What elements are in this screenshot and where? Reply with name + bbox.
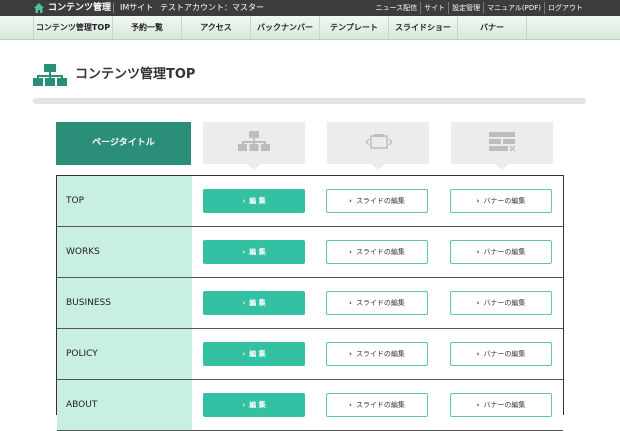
title-divider xyxy=(33,98,586,104)
link-settings[interactable]: 設定管理 xyxy=(448,2,483,14)
chevron-right-icon: › xyxy=(476,299,480,307)
top-links: ニュース配信 サイト 設定管理 マニュアル(PDF) ログアウト xyxy=(372,2,586,14)
edit-slides-button[interactable]: › スライドの編集 xyxy=(326,189,428,213)
edit-slides-button[interactable]: › スライドの編集 xyxy=(326,240,428,264)
nav-item-contents-top[interactable]: コンテンツ管理TOP xyxy=(33,16,113,39)
column-header-slides xyxy=(327,122,429,170)
chevron-right-icon: › xyxy=(242,401,246,409)
table-row: BUSINESS › 編 集 › スライドの編集 › バナーの編集 xyxy=(57,278,563,329)
chevron-right-icon: › xyxy=(476,401,480,409)
edit-banners-button[interactable]: › バナーの編集 xyxy=(450,189,552,213)
divider xyxy=(113,3,114,13)
contents-table: TOP › 編 集 › スライドの編集 › バナーの編集 WORKS › 編 集 › スラ… xyxy=(56,175,564,431)
header-arrow xyxy=(371,164,385,170)
edit-banners-button[interactable]: › バナーの編集 xyxy=(450,240,552,264)
nav-item-banner[interactable]: バナー xyxy=(458,16,527,39)
app-brand[interactable]: コンテンツ管理 xyxy=(48,2,111,14)
row-label: WORKS xyxy=(57,227,192,277)
table-row: WORKS › 編 集 › スライドの編集 › バナーの編集 xyxy=(57,227,563,278)
edit-button[interactable]: › 編 集 xyxy=(203,393,305,417)
chevron-right-icon: › xyxy=(349,401,352,409)
edit-button[interactable]: › 編 集 xyxy=(203,240,305,264)
site-name: IMサイト xyxy=(120,3,154,12)
page-title: コンテンツ管理TOP xyxy=(75,67,196,82)
nav-item-template[interactable]: テンプレート xyxy=(320,16,389,39)
edit-slides-button[interactable]: › スライドの編集 xyxy=(326,291,428,315)
link-manual[interactable]: マニュアル(PDF) xyxy=(483,2,544,14)
table-row: TOP › 編 集 › スライドの編集 › バナーの編集 xyxy=(57,176,563,227)
chevron-right-icon: › xyxy=(476,350,480,358)
nav-item-access[interactable]: アクセス xyxy=(182,16,251,39)
row-label: BUSINESS xyxy=(57,278,192,328)
chevron-right-icon: › xyxy=(349,299,352,307)
column-header-banners xyxy=(451,122,553,170)
chevron-right-icon: › xyxy=(242,350,246,358)
table-row: POLICY › 編 集 › スライドの編集 › バナーの編集 xyxy=(57,329,563,380)
edit-slides-button[interactable]: › スライドの編集 xyxy=(326,393,428,417)
link-logout[interactable]: ログアウト xyxy=(544,2,586,14)
chevron-right-icon: › xyxy=(242,248,246,256)
banner-grid-icon xyxy=(489,132,516,152)
chevron-right-icon: › xyxy=(242,299,246,307)
edit-button[interactable]: › 編 集 xyxy=(203,342,305,366)
edit-slides-button[interactable]: › スライドの編集 xyxy=(326,342,428,366)
chevron-right-icon: › xyxy=(349,350,352,358)
home-icon[interactable] xyxy=(34,3,44,13)
chevron-right-icon: › xyxy=(242,197,246,205)
column-header-edit xyxy=(203,122,305,170)
edit-banners-button[interactable]: › バナーの編集 xyxy=(450,342,552,366)
header-arrow xyxy=(495,164,509,170)
edit-button[interactable]: › 編 集 xyxy=(203,291,305,315)
column-header-page-title: ページタイトル xyxy=(56,122,191,165)
main-nav: コンテンツ管理TOP 予約一覧 アクセス バックナンバー テンプレート スライド… xyxy=(0,16,620,40)
row-label: POLICY xyxy=(57,329,192,379)
chevron-right-icon: › xyxy=(476,248,480,256)
link-site[interactable]: サイト xyxy=(420,2,448,14)
edit-banners-button[interactable]: › バナーの編集 xyxy=(450,393,552,417)
chevron-right-icon: › xyxy=(349,197,352,205)
nav-item-backnumber[interactable]: バックナンバー xyxy=(251,16,320,39)
header-arrow xyxy=(247,164,261,170)
chevron-right-icon: › xyxy=(476,197,480,205)
link-news[interactable]: ニュース配信 xyxy=(372,2,420,14)
nav-item-slideshow[interactable]: スライドショー xyxy=(389,16,458,39)
row-label: ABOUT xyxy=(57,380,192,430)
row-label: TOP xyxy=(57,176,192,226)
account-name: テストアカウント：マスター xyxy=(160,3,264,12)
edit-banners-button[interactable]: › バナーの編集 xyxy=(450,291,552,315)
chevron-right-icon: › xyxy=(349,248,352,256)
top-bar: コンテンツ管理 IMサイト テストアカウント：マスター ニュース配信 サイト 設… xyxy=(0,0,620,16)
edit-button[interactable]: › 編 集 xyxy=(203,189,305,213)
table-row: ABOUT › 編 集 › スライドの編集 › バナーの編集 xyxy=(57,380,563,431)
slideshow-icon xyxy=(365,134,393,149)
sitemap-icon xyxy=(238,131,270,151)
sitemap-icon xyxy=(33,64,67,86)
nav-item-reservations[interactable]: 予約一覧 xyxy=(113,16,182,39)
